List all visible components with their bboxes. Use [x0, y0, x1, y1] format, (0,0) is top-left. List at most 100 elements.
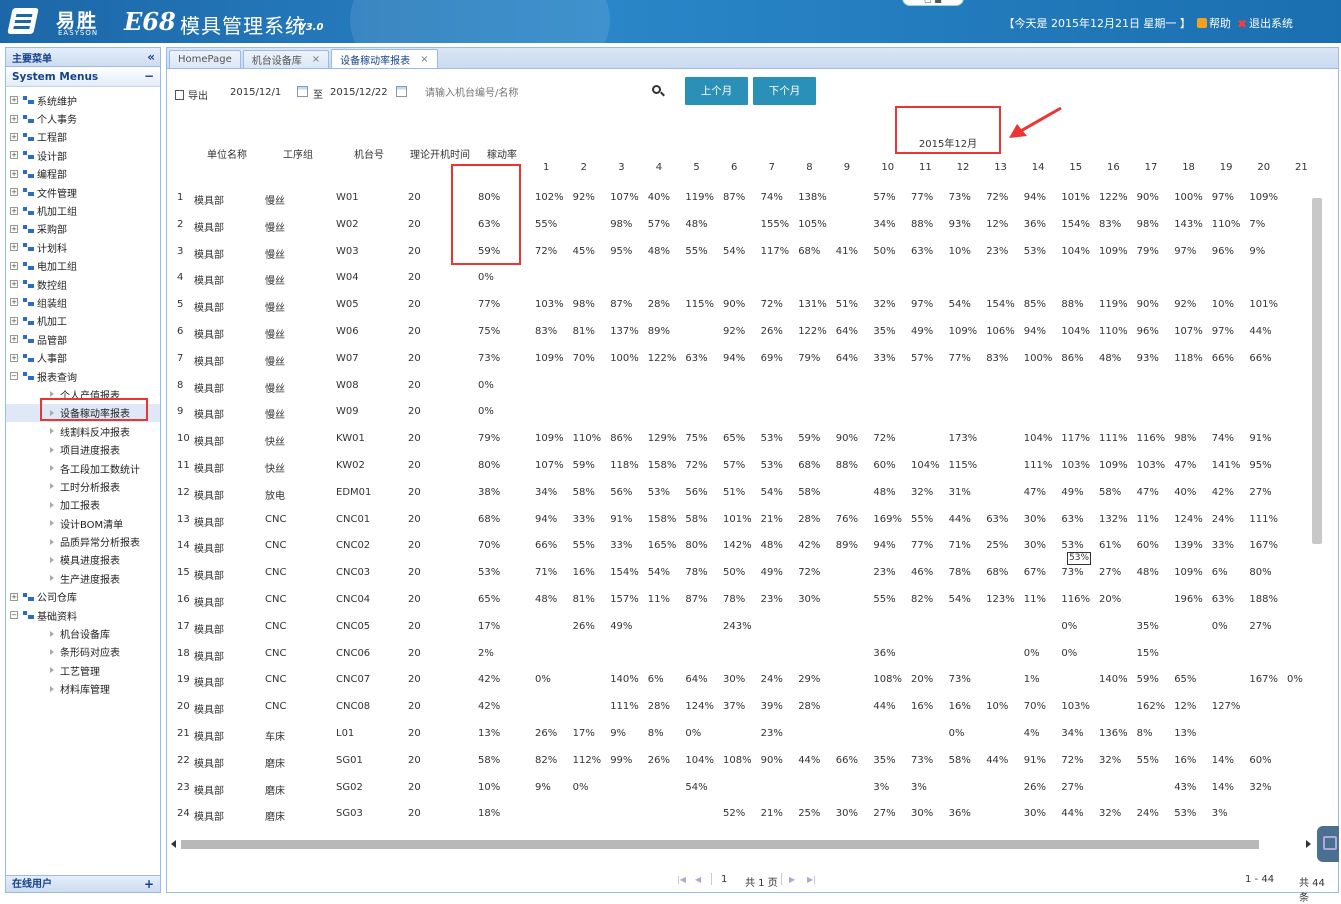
sidebar-item[interactable]: + 人事部 [6, 348, 160, 366]
expand-toggle-icon[interactable]: + [10, 353, 18, 362]
horizontal-scroll-thumb[interactable] [181, 840, 1259, 849]
table-row[interactable]: 6 模具部 慢丝 W06 20 75% 83% 81% 137% 89% 92% 26% 122% 64%… [167, 318, 1313, 345]
expand-toggle-icon[interactable]: + [10, 96, 18, 105]
collapse-menus-toggle[interactable]: − [144, 69, 154, 83]
table-row[interactable]: 23 模具部 磨床 SG02 20 10% 9% 0% 54% 3% 3% 26% 27% 43% 14% 3… [167, 774, 1313, 801]
expand-toggle-icon[interactable]: + [10, 206, 18, 215]
table-row[interactable]: 14 模具部 CNC CNC02 20 70% 66% 55% 33% 165% 80% 142% 48… [167, 532, 1313, 559]
sidebar-item[interactable]: − 报表查询 [6, 367, 160, 385]
sidebar-subitem[interactable]: 线割料反冲报表 [6, 422, 160, 440]
table-row[interactable]: 22 模具部 磨床 SG01 20 58% 82% 112% 99% 26% 104% 108% 90%… [167, 747, 1313, 774]
calendar-icon[interactable] [396, 86, 407, 97]
sidebar-subitem[interactable]: 工艺管理 [6, 661, 160, 679]
expand-toggle-icon[interactable]: + [10, 224, 18, 233]
expand-toggle-icon[interactable]: + [10, 188, 18, 197]
expand-online-toggle[interactable]: + [144, 876, 154, 893]
expand-toggle-icon[interactable]: − [10, 611, 18, 620]
table-row[interactable]: 19 模具部 CNC CNC07 20 42% 0% 140% 6% 64% 30% 24% 29% 10… [167, 666, 1313, 693]
tab-close-icon[interactable]: × [312, 54, 320, 65]
table-row[interactable]: 4 模具部 慢丝 W04 20 0% [167, 264, 1313, 291]
sidebar-item[interactable]: + 工程部 [6, 128, 160, 146]
sidebar-subitem[interactable]: 机台设备库 [6, 624, 160, 642]
expand-toggle-icon[interactable]: + [10, 335, 18, 344]
tab-close-icon[interactable]: × [420, 54, 428, 65]
scroll-left-icon[interactable] [171, 840, 176, 848]
date-to-field[interactable]: 2015/12/22 [330, 87, 388, 98]
expand-toggle-icon[interactable]: + [10, 280, 18, 289]
sidebar-item[interactable]: + 个人事务 [6, 109, 160, 127]
tab-1[interactable]: 机台设备库 × [242, 50, 330, 68]
table-row[interactable]: 21 模具部 车床 L01 20 13% 26% 17% 9% 8% 0% 23% 0% 4% 34% 136… [167, 720, 1313, 747]
search-input[interactable] [425, 85, 635, 101]
expand-toggle-icon[interactable]: + [10, 169, 18, 178]
table-row[interactable]: 13 模具部 CNC CNC01 20 68% 94% 33% 91% 158% 58% 101% 21… [167, 506, 1313, 533]
side-chat-widget[interactable] [1317, 826, 1339, 862]
next-month-button[interactable]: 下个月 [753, 77, 816, 105]
tab-0[interactable]: HomePage [169, 50, 241, 68]
collapse-sidebar-button[interactable]: « [147, 50, 155, 64]
export-button[interactable]: 导出 [175, 87, 208, 102]
search-icon[interactable] [652, 85, 661, 94]
expand-toggle-icon[interactable]: + [10, 316, 18, 325]
sidebar-item[interactable]: + 公司仓库 [6, 588, 160, 606]
table-row[interactable]: 18 模具部 CNC CNC06 20 2% 36% 0% 0% 15% [167, 640, 1313, 667]
tab-2[interactable]: 设备稼动率报表 × [331, 49, 438, 68]
table-row[interactable]: 2 模具部 慢丝 W02 20 63% 55% 98% 57% 48% 155% 105% 34% 88%… [167, 211, 1313, 238]
sidebar-item[interactable]: + 机加工 [6, 312, 160, 330]
exit-link[interactable]: ✖ 退出系统 [1237, 15, 1293, 31]
expand-toggle-icon[interactable]: + [10, 151, 18, 160]
first-page-icon[interactable]: |◀ [677, 875, 686, 884]
sidebar-subitem[interactable]: 生产进度报表 [6, 569, 160, 587]
calendar-icon[interactable] [297, 86, 308, 97]
sidebar-subitem[interactable]: 设计BOM清单 [6, 514, 160, 532]
sidebar-subitem[interactable]: 项目进度报表 [6, 440, 160, 458]
vertical-scrollbar[interactable] [1312, 198, 1322, 544]
prev-page-icon[interactable]: ◀ [695, 875, 701, 884]
sidebar-subitem[interactable]: 条形码对应表 [6, 643, 160, 661]
next-page-icon[interactable]: ▶ [789, 875, 795, 884]
sidebar-item[interactable]: + 计划科 [6, 238, 160, 256]
table-row[interactable]: 11 模具部 快丝 KW02 20 80% 107% 59% 118% 158% 72% 57% 53%… [167, 452, 1313, 479]
online-users-panel[interactable]: 在线用户 + [6, 875, 160, 892]
sidebar-subitem[interactable]: 工时分析报表 [6, 477, 160, 495]
table-row[interactable]: 7 模具部 慢丝 W07 20 73% 109% 70% 100% 122% 63% 94% 69% 79… [167, 345, 1313, 372]
expand-toggle-icon[interactable]: + [10, 592, 18, 601]
sidebar-item[interactable]: + 电加工组 [6, 257, 160, 275]
table-row[interactable]: 10 模具部 快丝 KW01 20 79% 109% 110% 86% 129% 75% 65% 53%… [167, 425, 1313, 452]
sidebar-item[interactable]: + 机加工组 [6, 201, 160, 219]
date-from-field[interactable]: 2015/12/1 [230, 87, 281, 98]
sidebar-item[interactable]: − 基础资料 [6, 606, 160, 624]
sidebar-item[interactable]: + 采购部 [6, 220, 160, 238]
expand-toggle-icon[interactable]: + [10, 243, 18, 252]
sidebar-item[interactable]: + 数控组 [6, 275, 160, 293]
sidebar-subitem[interactable]: 加工报表 [6, 496, 160, 514]
last-page-icon[interactable]: ▶| [807, 875, 816, 884]
table-row[interactable]: 8 模具部 慢丝 W08 20 0% [167, 372, 1313, 399]
table-row[interactable]: 3 模具部 慢丝 W03 20 59% 72% 45% 95% 48% 55% 54% 117% 68% 4… [167, 238, 1313, 265]
system-menus-header[interactable]: System Menus − [6, 67, 160, 87]
sidebar-subitem[interactable]: 各工段加工数统计 [6, 459, 160, 477]
table-row[interactable]: 20 模具部 CNC CNC08 20 42% 111% 28% 124% 37% 39% 28% 44… [167, 693, 1313, 720]
sidebar-item[interactable]: + 品管部 [6, 330, 160, 348]
sidebar-subitem[interactable]: 材料库管理 [6, 680, 160, 698]
help-link[interactable]: 帮助 [1196, 15, 1231, 31]
scroll-right-icon[interactable] [1306, 840, 1311, 848]
table-row[interactable]: 24 模具部 磨床 SG03 20 18% 52% 21% 25% 30% 27% 30% 36% 30%… [167, 800, 1313, 827]
expand-toggle-icon[interactable]: + [10, 114, 18, 123]
sidebar-item[interactable]: + 系统维护 [6, 91, 160, 109]
expand-toggle-icon[interactable]: + [10, 298, 18, 307]
sidebar-subitem[interactable]: 品质异常分析报表 [6, 532, 160, 550]
table-row[interactable]: 16 模具部 CNC CNC04 20 65% 48% 81% 157% 11% 87% 78% 23%… [167, 586, 1313, 613]
sidebar-item[interactable]: + 文件管理 [6, 183, 160, 201]
current-page[interactable]: 1 [721, 874, 727, 885]
prev-month-button[interactable]: 上个月 [685, 77, 748, 105]
sidebar-subitem[interactable]: 模具进度报表 [6, 551, 160, 569]
table-row[interactable]: 5 模具部 慢丝 W05 20 77% 103% 98% 87% 28% 115% 90% 72% 131… [167, 291, 1313, 318]
expand-toggle-icon[interactable]: + [10, 132, 18, 141]
window-restore-tab[interactable]: ▢ ■ [902, 0, 964, 6]
table-row[interactable]: 17 模具部 CNC CNC05 20 17% 26% 49% 243% 0% 35% 0% 27% [167, 613, 1313, 640]
table-row[interactable]: 15 模具部 CNC CNC03 20 53% 71% 16% 154% 54% 78% 50% 49%… [167, 559, 1313, 586]
table-row[interactable]: 1 模具部 慢丝 W01 20 80% 102% 92% 107% 40% 119% 87% 74% 13… [167, 184, 1313, 211]
expand-toggle-icon[interactable]: + [10, 261, 18, 270]
sidebar-item[interactable]: + 编程部 [6, 165, 160, 183]
